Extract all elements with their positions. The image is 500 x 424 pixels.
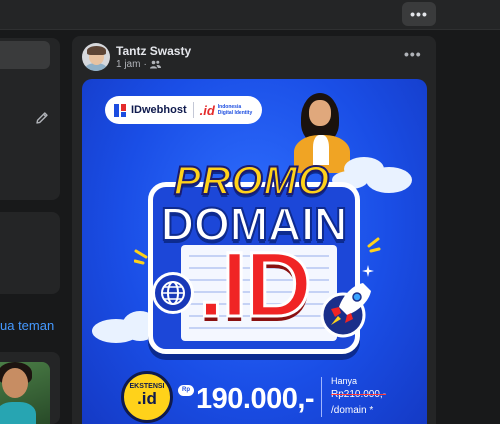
post-more-button[interactable]: ••• [404, 46, 422, 62]
author-avatar[interactable] [82, 43, 110, 71]
rocket-icon [320, 283, 371, 338]
idwebhost-logo-icon [114, 103, 127, 117]
sparkle-icon [362, 265, 374, 277]
meta-separator: · [143, 59, 147, 70]
top-bar: ••• [0, 0, 500, 30]
invite-friends-link[interactable]: ua teman [0, 318, 54, 333]
spark-icon [134, 249, 148, 265]
story-thumbnail[interactable] [0, 362, 50, 424]
model-photo [294, 91, 354, 173]
price-divider [321, 377, 322, 417]
globe-icon [152, 272, 194, 314]
currency-tag: Rp [178, 385, 194, 396]
promo-price: 190.000,- [196, 383, 315, 415]
logo-id-text: .id [199, 102, 215, 118]
pencil-icon[interactable] [34, 110, 50, 126]
spark-icon [367, 237, 381, 253]
post-time[interactable]: 1 jam [116, 59, 140, 70]
left-search-card [0, 212, 60, 294]
left-search-input[interactable] [0, 41, 50, 69]
logo-tagline: Indonesia Digital Identity [217, 104, 253, 116]
post-card: Tantz Swasty 1 jam · ••• IDwebhost .id I… [72, 36, 436, 424]
logo-divider [192, 102, 194, 118]
brand-logo: IDwebhost .id Indonesia Digital Identity [105, 96, 262, 124]
only-label: Hanya [331, 376, 358, 386]
friends-icon[interactable] [149, 60, 161, 69]
more-options-button[interactable]: ••• [402, 2, 436, 26]
logo-brand-text: IDwebhost [131, 104, 187, 116]
more-horizontal-icon: ••• [410, 6, 428, 22]
per-domain-label: /domain * [331, 405, 374, 416]
promo-banner-image[interactable]: IDwebhost .id Indonesia Digital Identity… [82, 79, 427, 424]
old-price: Rp210.000,- [331, 389, 387, 400]
post-meta: 1 jam · [116, 59, 161, 70]
cloud-decoration [366, 167, 412, 193]
badge-value: .id [137, 389, 157, 408]
extension-badge: EKSTENSI .id [121, 371, 173, 423]
author-name[interactable]: Tantz Swasty [116, 44, 191, 58]
